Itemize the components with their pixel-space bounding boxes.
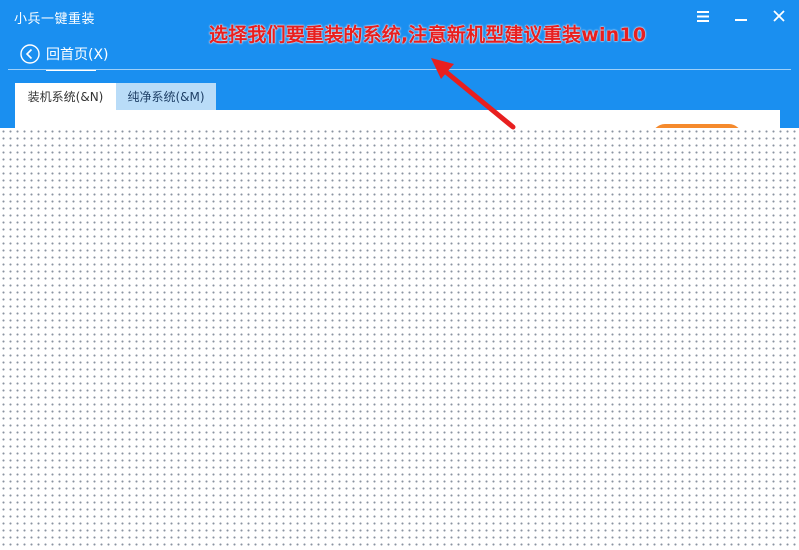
system-tabs: 装机系统(&N) 纯净系统(&M): [15, 83, 216, 110]
close-button[interactable]: [766, 4, 792, 28]
tab-install-system[interactable]: 装机系统(&N): [15, 83, 116, 110]
back-home-label: 回首页(X): [46, 47, 109, 63]
tab-clean-system[interactable]: 纯净系统(&M): [116, 83, 216, 110]
back-home-button[interactable]: 回首页(X): [20, 42, 109, 66]
tab-clean-system-label: 纯净系统(&M): [127, 90, 205, 104]
nav-bar: 回首页(X): [0, 36, 799, 72]
loading-overlay: [0, 128, 799, 550]
app-title: 小兵一键重装: [14, 12, 96, 27]
minimize-icon: [735, 19, 747, 21]
menu-button[interactable]: [690, 4, 716, 28]
nav-divider: [8, 69, 791, 70]
tab-install-system-label: 装机系统(&N): [27, 90, 104, 104]
minimize-button[interactable]: [728, 4, 754, 28]
menu-icon: [697, 10, 709, 22]
arrow-left-circle-icon: [20, 44, 40, 64]
close-icon: [773, 10, 785, 22]
